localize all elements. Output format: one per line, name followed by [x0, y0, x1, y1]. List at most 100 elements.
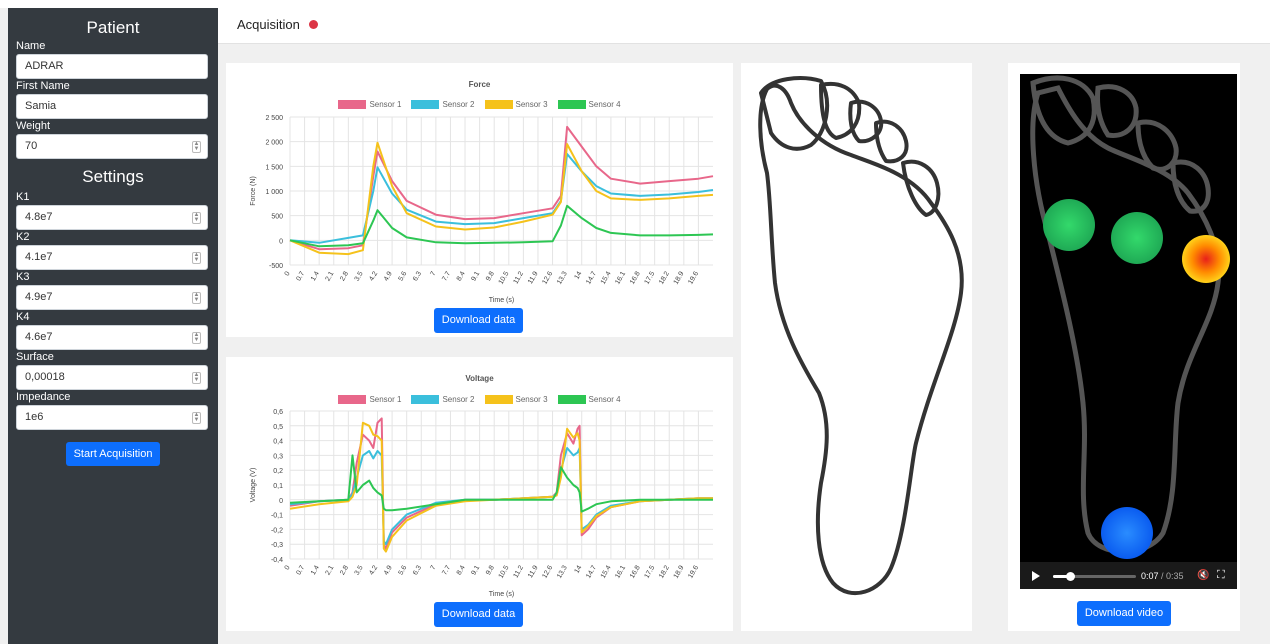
download-force-data-button[interactable]: Download data: [434, 308, 523, 333]
x-tick-label: 10.5: [498, 564, 511, 579]
field-label-k4: K4: [16, 311, 30, 323]
series-line-sensor-1: [289, 125, 714, 251]
spinner-icon[interactable]: ▲ ▼: [192, 252, 201, 264]
force-chart: 2 5002 0001 5001 0005000-5000 0.7 1.4 2.1 2.…: [250, 115, 714, 304]
name-input[interactable]: ADRAR: [16, 54, 208, 79]
y-tick-label: -0,1: [271, 513, 283, 520]
sensor-1-heat-spot: [1043, 199, 1095, 251]
first-name-input[interactable]: Samia: [16, 94, 208, 119]
field-value: 1e6: [25, 411, 44, 423]
y-tick-label: -0,3: [271, 542, 283, 549]
y-tick-label: 0,5: [273, 424, 283, 431]
mute-icon[interactable]: 🔇: [1197, 570, 1209, 581]
x-tick-label: 11.2: [512, 564, 525, 579]
x-tick-label: 8.4: [456, 270, 467, 282]
video-card: Download video: [1008, 63, 1240, 631]
y-tick-label: 1 500: [265, 164, 283, 171]
k4-input[interactable]: 4.6e7 ▲ ▼: [16, 325, 208, 350]
x-tick-label: 15.4: [600, 564, 613, 579]
spinner-icon[interactable]: ▲ ▼: [192, 141, 201, 153]
x-tick-label: 7.7: [441, 270, 452, 282]
play-icon[interactable]: [1032, 571, 1040, 581]
y-tick-label: 2 000: [265, 140, 283, 147]
x-tick-label: 4.9: [383, 270, 394, 282]
video-progress-bar[interactable]: [1053, 572, 1136, 581]
page-title: Acquisition: [237, 17, 300, 32]
y-tick-label: 0,3: [273, 453, 283, 460]
k2-input[interactable]: 4.1e7 ▲ ▼: [16, 245, 208, 270]
x-tick-label: 18.2: [658, 564, 671, 579]
video-duration: / 0:35: [1161, 571, 1184, 581]
field-value: 0,00018: [25, 371, 65, 383]
sidebar: Patient Name ADRAR First Name Samia Weight 70…: [8, 8, 218, 644]
x-tick-label: 19.6: [687, 270, 700, 285]
y-tick-label: -500: [269, 263, 283, 270]
field-value: 4.1e7: [25, 251, 53, 263]
y-tick-label: 0,1: [273, 483, 283, 490]
sensor-2-heat-spot: [1111, 212, 1163, 264]
x-tick-label: 18.2: [658, 270, 671, 285]
video-progress-thumb[interactable]: [1065, 572, 1075, 581]
x-tick-label: 9.1: [470, 564, 481, 576]
y-tick-label: -0,4: [271, 557, 283, 564]
download-video-button[interactable]: Download video: [1077, 601, 1171, 626]
x-tick-label: 5.6: [397, 564, 408, 576]
x-tick-label: 17.5: [644, 564, 657, 579]
start-acquisition-button[interactable]: Start Acquisition: [66, 442, 160, 466]
x-tick-label: 9.8: [485, 270, 496, 282]
download-voltage-data-button[interactable]: Download data: [434, 602, 523, 627]
field-value: ADRAR: [25, 60, 64, 72]
fullscreen-icon[interactable]: ⛶: [1217, 569, 1225, 582]
x-tick-label: 10.5: [498, 270, 511, 285]
k3-input[interactable]: 4.9e7 ▲ ▼: [16, 285, 208, 310]
y-axis-label: Force (N): [250, 176, 257, 206]
x-tick-label: 17.5: [644, 270, 657, 285]
x-tick-label: 12.6: [541, 564, 554, 579]
x-tick-label: 7: [430, 270, 438, 277]
y-tick-label: 0,6: [273, 409, 283, 416]
x-tick-label: 2.1: [325, 270, 336, 282]
x-tick-label: 13.3: [556, 270, 569, 285]
spinner-icon[interactable]: ▲ ▼: [192, 292, 201, 304]
x-tick-label: 16.8: [629, 270, 642, 285]
field-label-impedance: Impedance: [16, 391, 71, 403]
video-controls: 0:07 / 0:35 🔇 ⛶: [1020, 562, 1237, 589]
video-current-time: 0:07: [1141, 571, 1159, 581]
x-axis-label: Time (s): [489, 297, 514, 304]
x-tick-label: 5.6: [397, 270, 408, 282]
x-tick-label: 2.1: [325, 564, 336, 576]
weight-input[interactable]: 70 ▲ ▼: [16, 134, 208, 159]
x-tick-label: 11.2: [512, 270, 525, 285]
x-tick-label: 16.1: [614, 564, 627, 579]
spinner-icon[interactable]: ▲ ▼: [192, 412, 201, 424]
impedance-input[interactable]: 1e6 ▲ ▼: [16, 405, 208, 430]
sensor-4-heat-spot: [1101, 507, 1153, 559]
x-tick-label: 7.7: [441, 564, 452, 576]
x-tick-label: 8.4: [456, 564, 467, 576]
x-tick-label: 16.8: [629, 564, 642, 579]
x-tick-label: 6.3: [412, 270, 423, 282]
x-tick-label: 14: [573, 270, 583, 280]
field-label-k1: K1: [16, 191, 30, 203]
x-tick-label: 2.8: [339, 564, 350, 576]
spinner-icon[interactable]: ▲ ▼: [192, 332, 201, 344]
y-tick-label: 0: [279, 238, 283, 245]
spinner-icon[interactable]: ▲ ▼: [192, 372, 201, 384]
surface-input[interactable]: 0,00018 ▲ ▼: [16, 365, 208, 390]
k1-input[interactable]: 4.8e7 ▲ ▼: [16, 205, 208, 230]
voltage-chart-card: Voltage Sensor 1 Sensor 2 Sensor 3 Sensor 4…: [226, 357, 733, 631]
x-tick-label: 19.6: [687, 564, 700, 579]
field-label-surface: Surface: [16, 351, 54, 363]
field-value: 4.8e7: [25, 211, 53, 223]
x-tick-label: 6.3: [412, 564, 423, 576]
x-tick-label: 4.2: [368, 270, 379, 282]
field-label-k3: K3: [16, 271, 30, 283]
field-label-name: Name: [16, 40, 46, 52]
pressure-heatmap-video[interactable]: [1008, 63, 1240, 631]
foot-outline-card: [741, 63, 972, 631]
field-value: Samia: [25, 100, 57, 112]
x-tick-label: 9.1: [470, 270, 481, 282]
x-axis-label: Time (s): [489, 591, 514, 598]
spinner-icon[interactable]: ▲ ▼: [192, 212, 201, 224]
field-label-first-name: First Name: [16, 80, 70, 92]
